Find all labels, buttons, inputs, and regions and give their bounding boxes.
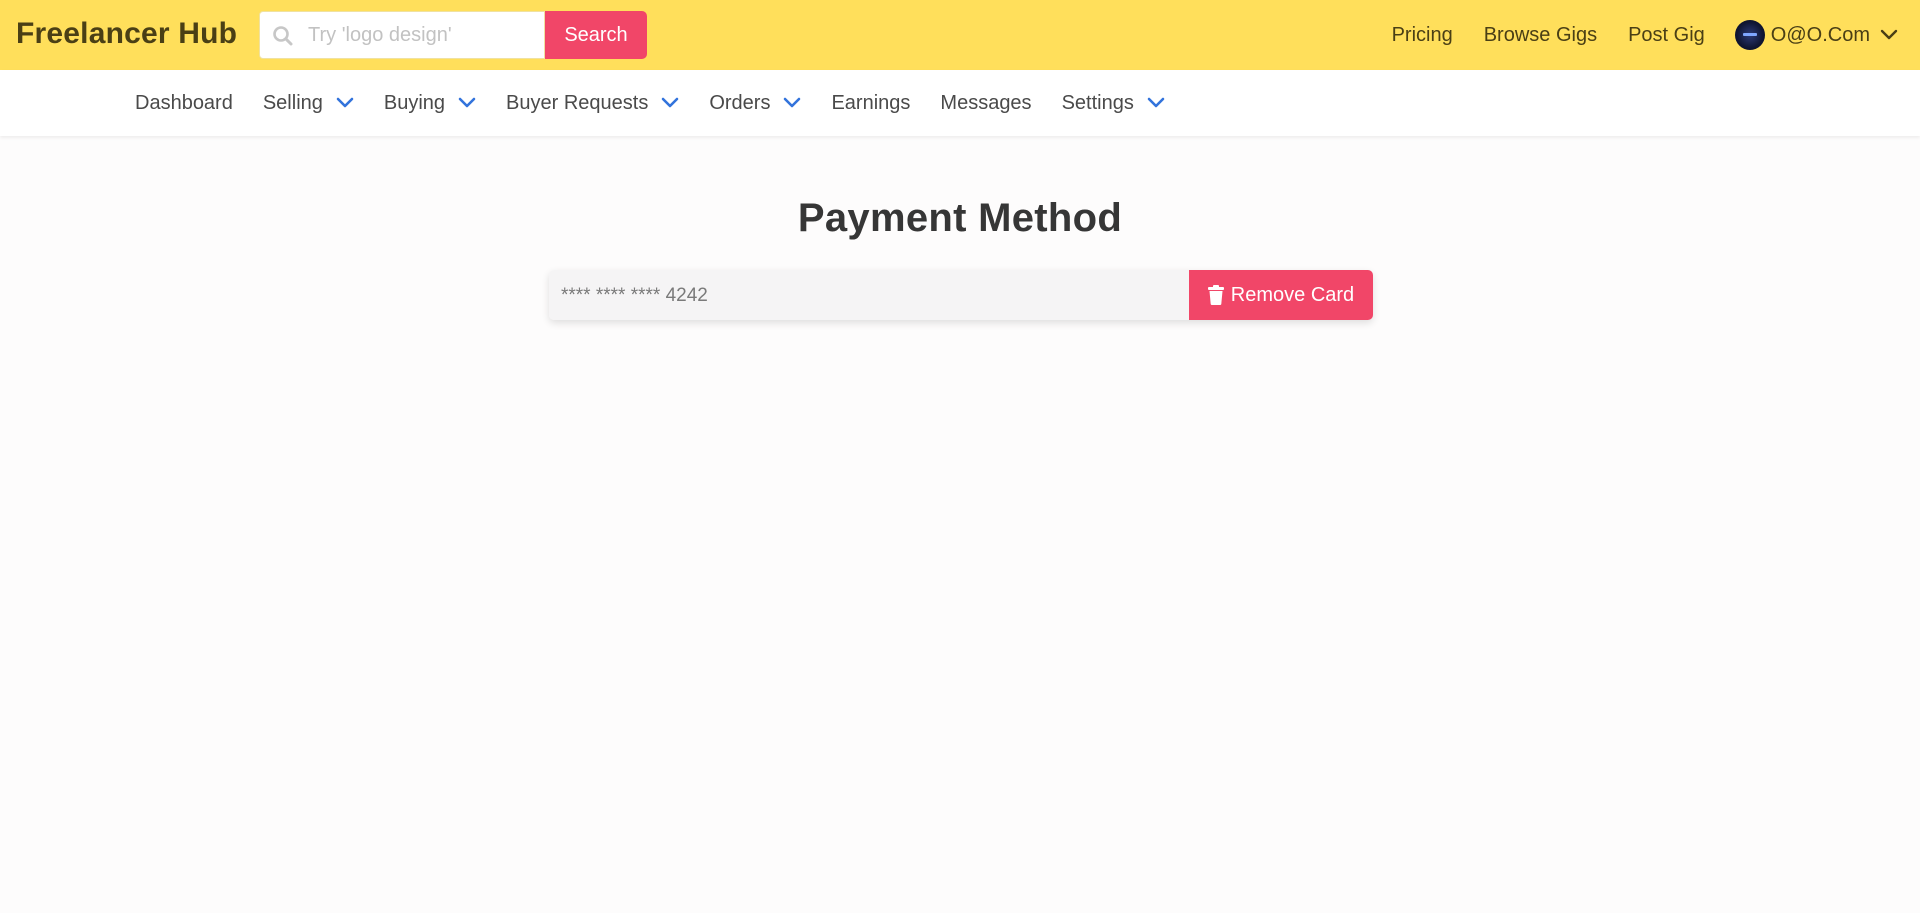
- subnav-item-label: Earnings: [831, 91, 911, 114]
- top-nav-links: Pricing Browse Gigs Post Gig O@O.Com: [1392, 0, 1898, 70]
- chevron-down-icon: [662, 97, 679, 108]
- brand-logo[interactable]: Freelancer Hub: [16, 17, 237, 51]
- nav-link-browse-gigs[interactable]: Browse Gigs: [1484, 24, 1597, 47]
- subnav-item-label: Buying: [383, 91, 446, 114]
- subnav-item-label: Buyer Requests: [506, 91, 649, 114]
- chevron-down-icon: [336, 97, 354, 108]
- search-icon: [273, 26, 293, 46]
- nav-link-post-gig[interactable]: Post Gig: [1628, 24, 1705, 47]
- subnav-item-buying[interactable]: Buying: [384, 92, 476, 115]
- user-name: O@O.Com: [1770, 23, 1870, 46]
- subnav-item-label: Messages: [940, 91, 1032, 114]
- chevron-down-icon: [1880, 29, 1898, 40]
- subnav-item-label: Settings: [1061, 91, 1134, 114]
- subnav-item-label: Selling: [262, 91, 323, 114]
- search-box: [259, 11, 545, 59]
- subnav-item-label: Orders: [709, 91, 771, 114]
- avatar: [1734, 20, 1765, 50]
- search-button[interactable]: Search: [545, 11, 647, 59]
- subnav-item-selling[interactable]: Selling: [263, 92, 354, 115]
- top-navbar: Freelancer Hub Search Pricing Browse Gig…: [0, 0, 1920, 70]
- payment-card-row: **** **** **** 4242 Remove Card: [549, 270, 1373, 320]
- remove-card-label: Remove Card: [1230, 283, 1355, 306]
- user-menu[interactable]: O@O.Com: [1734, 20, 1898, 50]
- subnav-item-orders[interactable]: Orders: [709, 92, 801, 115]
- secondary-navbar: Dashboard Selling Buying Buyer Requests …: [0, 70, 1920, 136]
- nav-link-pricing[interactable]: Pricing: [1392, 24, 1453, 47]
- search-bar: Search: [259, 11, 647, 59]
- trash-icon: [1207, 285, 1224, 305]
- subnav-item-settings[interactable]: Settings: [1062, 92, 1165, 115]
- page-title: Payment Method: [797, 196, 1123, 240]
- subnav-item-buyer-requests[interactable]: Buyer Requests: [506, 92, 679, 115]
- subnav-item-label: Dashboard: [135, 91, 233, 114]
- subnav-item-earnings[interactable]: Earnings: [831, 92, 910, 115]
- card-number-display: **** **** **** 4242: [549, 270, 1189, 320]
- remove-card-button[interactable]: Remove Card: [1189, 270, 1373, 320]
- chevron-down-icon: [784, 97, 801, 108]
- search-input[interactable]: [308, 12, 538, 58]
- chevron-down-icon: [458, 97, 476, 108]
- subnav-item-dashboard[interactable]: Dashboard: [135, 92, 233, 115]
- subnav-item-messages[interactable]: Messages: [940, 92, 1031, 115]
- chevron-down-icon: [1147, 97, 1165, 108]
